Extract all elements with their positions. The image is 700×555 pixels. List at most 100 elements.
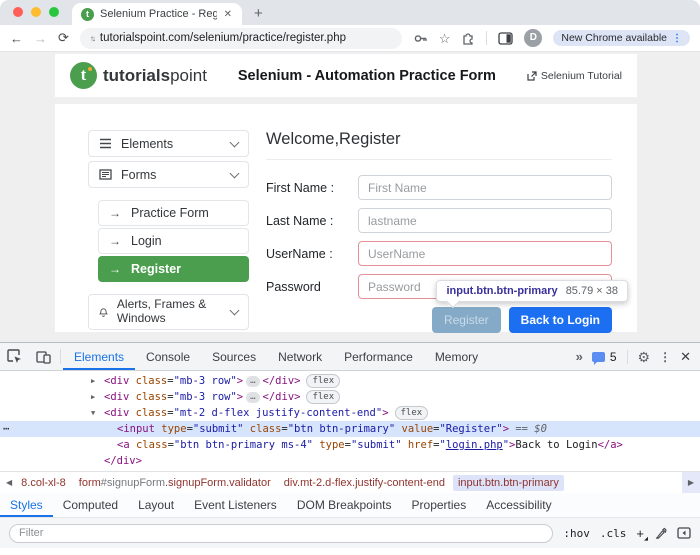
disclosure-arrow-icon[interactable]: ▶ bbox=[91, 389, 95, 405]
devtools-tab-elements[interactable]: Elements bbox=[63, 343, 135, 370]
form-row: UserName : bbox=[266, 241, 612, 266]
sidebar-section-elements[interactable]: Elements bbox=[88, 130, 249, 157]
styles-tab-properties[interactable]: Properties bbox=[402, 493, 477, 517]
dom-tree-row[interactable]: </div> bbox=[0, 453, 700, 469]
hover-state-toggle[interactable]: :hov bbox=[563, 527, 590, 540]
breadcrumb: ◀ 8.col-xl-8form#signupForm.signupForm.v… bbox=[0, 471, 700, 493]
dock-panel-icon[interactable] bbox=[677, 527, 691, 539]
code-token-tag: <div bbox=[104, 407, 129, 419]
code-token-val: "submit" bbox=[351, 439, 402, 451]
page-viewport: t tutorialspoint Selenium - Automation P… bbox=[0, 52, 700, 342]
tooltip-dimensions: 85.79 × 38 bbox=[566, 285, 618, 297]
external-link-icon bbox=[527, 71, 537, 81]
dom-tree-row[interactable]: <a class="btn btn-primary ms-4" type="su… bbox=[0, 437, 700, 453]
devtools-tab-performance[interactable]: Performance bbox=[333, 343, 424, 370]
issues-bubble-icon[interactable] bbox=[592, 352, 605, 362]
code-token-dots[interactable]: … bbox=[246, 392, 259, 403]
code-token-tag: </div> bbox=[263, 391, 301, 403]
tab-close-icon[interactable]: ✕ bbox=[223, 9, 233, 20]
breadcrumb-item[interactable]: div.mt-2.d-flex.justify-content-end bbox=[279, 475, 450, 491]
code-token-attr: class bbox=[250, 423, 282, 435]
styles-tab-event-listeners[interactable]: Event Listeners bbox=[184, 493, 287, 517]
minimize-window-button[interactable] bbox=[31, 7, 41, 17]
devtools-menu-icon[interactable]: ⋮ bbox=[659, 350, 671, 364]
profile-avatar[interactable]: D bbox=[524, 29, 542, 47]
code-token-tag: </div> bbox=[104, 455, 142, 467]
field-label: First Name : bbox=[266, 181, 358, 195]
lastname-field[interactable] bbox=[358, 208, 612, 233]
more-tabs-icon[interactable]: » bbox=[576, 349, 583, 364]
devtools-tab-memory[interactable]: Memory bbox=[424, 343, 489, 370]
tutorialspoint-logo-icon[interactable]: t bbox=[70, 62, 97, 89]
row-overflow-icon[interactable]: ⋯ bbox=[3, 421, 10, 437]
dom-tree-row[interactable]: ⋯<input type="submit" class="btn btn-pri… bbox=[0, 421, 700, 437]
new-tab-button[interactable]: + bbox=[242, 5, 263, 25]
code-token-dots[interactable]: … bbox=[246, 376, 259, 387]
sidebar-section-forms[interactable]: Forms bbox=[88, 161, 249, 188]
back-to-login-button[interactable]: Back to Login bbox=[509, 307, 612, 333]
devtools-footer-strip bbox=[0, 548, 700, 555]
breadcrumb-items: 8.col-xl-8form#signupForm.signupForm.val… bbox=[16, 475, 567, 491]
update-chrome-chip[interactable]: New Chrome available ⋮ bbox=[553, 30, 690, 46]
sidebar-item-practice-form[interactable]: →Practice Form bbox=[98, 200, 249, 226]
reload-icon[interactable]: ⟳ bbox=[58, 30, 69, 46]
devtools-tab-console[interactable]: Console bbox=[135, 343, 201, 370]
styles-tab-accessibility[interactable]: Accessibility bbox=[476, 493, 561, 517]
inspect-element-icon[interactable] bbox=[0, 343, 29, 370]
breadcrumb-item[interactable]: form#signupForm.signupForm.validator bbox=[74, 475, 276, 491]
breadcrumb-scroll-right-icon[interactable]: ▶ bbox=[682, 472, 700, 493]
styles-tab-computed[interactable]: Computed bbox=[53, 493, 128, 517]
passwords-key-icon[interactable] bbox=[413, 31, 428, 46]
dom-tree-row[interactable]: ▶<div class="mb-3 row">…</div>flex bbox=[0, 389, 700, 405]
breadcrumb-item[interactable]: input.btn.btn-primary bbox=[453, 475, 564, 491]
close-window-button[interactable] bbox=[13, 7, 23, 17]
class-toggle[interactable]: .cls bbox=[600, 527, 627, 540]
dom-tree-row[interactable]: ▼<div class="mt-2 d-flex justify-content… bbox=[0, 405, 700, 421]
extensions-icon[interactable] bbox=[461, 31, 475, 45]
new-style-rule-button[interactable]: + bbox=[636, 526, 644, 541]
selenium-tutorial-link[interactable]: Selenium Tutorial bbox=[527, 70, 622, 82]
back-icon[interactable]: ← bbox=[10, 31, 23, 46]
site-settings-icon[interactable]: ↑↓ bbox=[90, 34, 94, 43]
breadcrumb-scroll-left-icon[interactable]: ◀ bbox=[2, 478, 16, 487]
sidebar-item-label: Practice Form bbox=[131, 206, 209, 220]
breadcrumb-item[interactable]: 8.col-xl-8 bbox=[16, 475, 71, 491]
disclosure-arrow-icon[interactable]: ▼ bbox=[91, 405, 95, 421]
username-field[interactable] bbox=[358, 241, 612, 266]
form-row: Last Name : bbox=[266, 208, 612, 233]
sidebar-item-register[interactable]: →Register bbox=[98, 256, 249, 282]
forward-icon[interactable]: → bbox=[34, 31, 47, 46]
rendering-brush-icon[interactable] bbox=[654, 527, 667, 540]
styles-tab-layout[interactable]: Layout bbox=[128, 493, 184, 517]
issues-count[interactable]: 5 bbox=[610, 350, 617, 364]
settings-gear-icon[interactable]: ⚙ bbox=[638, 350, 651, 364]
sidebar-item-label: Login bbox=[131, 234, 162, 248]
url-text[interactable]: tutorialspoint.com/selenium/practice/reg… bbox=[100, 32, 346, 44]
dom-tree-row[interactable]: ▶<div class="mb-3 row">…</div>flex bbox=[0, 373, 700, 389]
device-toolbar-icon[interactable] bbox=[29, 343, 58, 370]
code-token-link[interactable]: login.php bbox=[446, 439, 503, 451]
maximize-window-button[interactable] bbox=[49, 7, 59, 17]
sidebar-item-login[interactable]: →Login bbox=[98, 228, 249, 254]
sidebar-section-alerts[interactable]: Alerts, Frames & Windows bbox=[88, 294, 249, 330]
devtools-close-icon[interactable]: ✕ bbox=[680, 349, 691, 365]
tutorialspoint-logo-text[interactable]: tutorialspoint bbox=[103, 66, 207, 86]
bookmark-star-icon[interactable]: ☆ bbox=[439, 32, 451, 45]
browser-tab[interactable]: t Selenium Practice - Register ✕ bbox=[72, 3, 242, 25]
styles-tab-styles[interactable]: Styles bbox=[0, 493, 53, 517]
side-panel-icon[interactable] bbox=[498, 32, 513, 45]
code-token-tag: > bbox=[382, 407, 388, 419]
toolbar-right-icons: ☆ D New Chrome available ⋮ bbox=[413, 29, 690, 47]
styles-filter-input[interactable] bbox=[9, 524, 553, 543]
devtools-tab-network[interactable]: Network bbox=[267, 343, 333, 370]
first-name-field[interactable] bbox=[358, 175, 612, 200]
chrome-menu-icon[interactable]: ⋮ bbox=[672, 33, 682, 44]
disclosure-arrow-icon[interactable]: ▶ bbox=[91, 373, 95, 389]
styles-tab-dom-breakpoints[interactable]: DOM Breakpoints bbox=[287, 493, 402, 517]
register-button[interactable]: Register bbox=[432, 307, 501, 333]
code-token-tag: <div bbox=[104, 375, 129, 387]
code-token-attr: type bbox=[319, 439, 344, 451]
code-token-tag: <div bbox=[104, 391, 129, 403]
address-bar[interactable]: ↑↓ tutorialspoint.com/selenium/practice/… bbox=[80, 28, 402, 49]
devtools-tab-sources[interactable]: Sources bbox=[201, 343, 267, 370]
